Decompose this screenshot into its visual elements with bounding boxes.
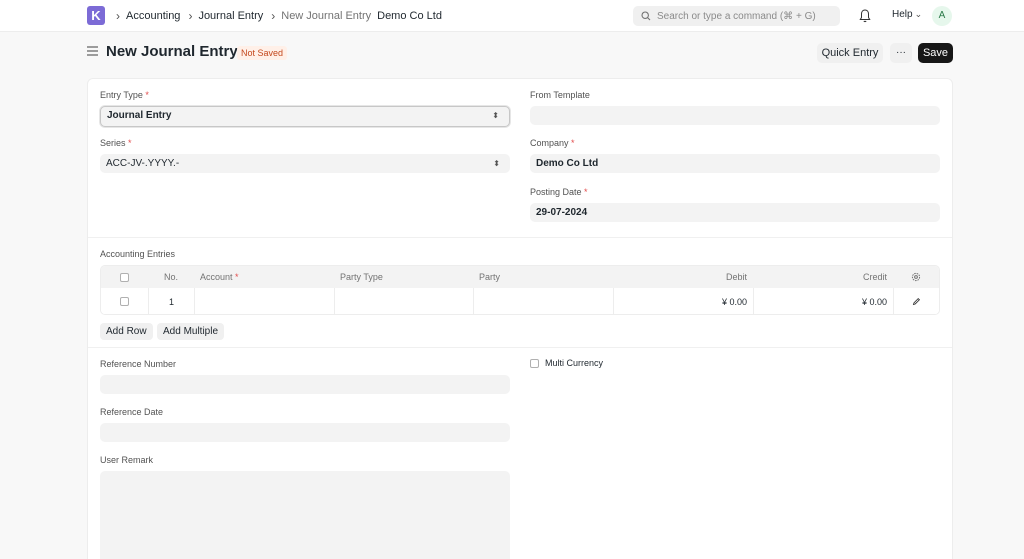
add-row-button[interactable]: Add Row (100, 323, 153, 340)
row-no: 1 (148, 288, 194, 314)
reference-date-input[interactable] (100, 423, 510, 442)
series-label-text: Series (100, 138, 126, 148)
breadcrumb-journal-entry[interactable]: Journal Entry (198, 10, 263, 22)
required-mark: * (571, 138, 575, 148)
chevron-right-icon: › (116, 9, 120, 23)
app-logo[interactable]: K (87, 6, 105, 25)
company-label: Company * (530, 138, 575, 148)
row-credit-cell[interactable]: ¥ 0.00 (753, 288, 893, 314)
company-input[interactable]: Demo Co Ltd (530, 154, 940, 173)
breadcrumb-new-journal-entry: New Journal Entry (281, 10, 372, 22)
column-settings-cell (893, 266, 939, 288)
from-template-input[interactable] (530, 106, 940, 125)
entry-type-label: Entry Type * (100, 90, 149, 100)
settings-gear-icon[interactable] (911, 272, 921, 282)
multi-currency-field[interactable]: Multi Currency (530, 358, 603, 368)
search-icon (641, 11, 651, 21)
form-card: Entry Type * Journal Entry ⬍ Series * AC… (87, 78, 953, 559)
series-value: ACC-JV-.YYYY.- (106, 158, 180, 169)
required-mark: * (584, 187, 588, 197)
series-label: Series * (100, 138, 132, 148)
accounting-entries-table: No. Account * Party Type Party Debit Cre… (100, 265, 940, 315)
row-edit-cell (893, 288, 939, 314)
column-header-credit: Credit (862, 272, 887, 282)
series-select[interactable]: ACC-JV-.YYYY.- ⬍ (100, 154, 510, 173)
top-navbar: K › Accounting › Journal Entry › New Jou… (0, 0, 1024, 32)
breadcrumb-company[interactable]: Demo Co Ltd (377, 10, 442, 22)
quick-entry-button[interactable]: Quick Entry (817, 43, 883, 63)
chevron-right-icon: › (271, 9, 276, 23)
user-remark-label: User Remark (100, 455, 154, 465)
column-header-account: Account * (194, 266, 334, 288)
entry-type-value: Journal Entry (107, 110, 172, 121)
row-debit-cell[interactable]: ¥ 0.00 (613, 288, 753, 314)
breadcrumb-accounting[interactable]: Accounting (126, 10, 180, 22)
table-header: No. Account * Party Type Party Debit Cre… (101, 266, 939, 288)
section-divider (88, 237, 952, 238)
status-badge: Not Saved (237, 46, 288, 60)
reference-number-label: Reference Number (100, 359, 177, 369)
user-remark-textarea[interactable] (100, 471, 510, 559)
reference-number-input[interactable] (100, 375, 510, 394)
up-down-icon: ⬍ (493, 159, 500, 168)
table-row[interactable]: 1 ¥ 0.00 ¥ 0.00 (101, 288, 939, 314)
column-header-account-text: Account (200, 272, 233, 282)
row-account-cell[interactable] (194, 288, 334, 314)
chevron-right-icon: › (188, 9, 193, 23)
up-down-icon: ⬍ (492, 111, 499, 120)
row-party-type-cell[interactable] (334, 288, 473, 314)
required-mark: * (235, 272, 239, 282)
multi-currency-label: Multi Currency (545, 358, 604, 368)
entry-type-label-text: Entry Type (100, 90, 143, 100)
column-header-party-type: Party Type (340, 272, 383, 282)
row-select-cell (101, 288, 148, 314)
column-header-no: No. (163, 272, 178, 282)
add-multiple-button[interactable]: Add Multiple (157, 323, 225, 340)
edit-pencil-icon[interactable] (912, 297, 921, 306)
select-all-checkbox[interactable] (120, 272, 129, 282)
column-header-debit: Debit (725, 272, 747, 282)
posting-date-label-text: Posting Date (530, 187, 582, 197)
search-bar[interactable]: Search or type a command (⌘ + G) (633, 6, 840, 26)
bell-icon[interactable] (858, 8, 872, 24)
avatar[interactable]: A (932, 6, 952, 26)
search-placeholder: Search or type a command (⌘ + G) (657, 10, 816, 22)
from-template-label: From Template (530, 90, 590, 100)
section-divider (88, 347, 952, 348)
entry-type-select[interactable]: Journal Entry ⬍ (100, 106, 510, 127)
row-checkbox[interactable] (120, 297, 129, 306)
column-header-party: Party (479, 272, 501, 282)
required-mark: * (145, 90, 149, 100)
row-party-cell[interactable] (473, 288, 613, 314)
company-label-text: Company (530, 138, 569, 148)
help-label: Help (892, 9, 913, 20)
multi-currency-checkbox[interactable] (530, 358, 539, 368)
accounting-entries-label: Accounting Entries (100, 249, 176, 259)
hamburger-icon[interactable] (87, 46, 98, 56)
help-dropdown[interactable]: Help ⌄ (892, 9, 922, 20)
required-mark: * (128, 138, 132, 148)
page-title: New Journal Entry (106, 43, 238, 60)
more-actions-button[interactable]: ··· (890, 43, 912, 63)
posting-date-input[interactable]: 29-07-2024 (530, 203, 940, 222)
save-button[interactable]: Save (918, 43, 953, 63)
breadcrumb: › Accounting › Journal Entry › New Journ… (114, 0, 448, 32)
chevron-down-icon: ⌄ (914, 9, 923, 19)
reference-date-label: Reference Date (100, 407, 164, 417)
select-all-cell (101, 266, 148, 288)
posting-date-label: Posting Date * (530, 187, 588, 197)
